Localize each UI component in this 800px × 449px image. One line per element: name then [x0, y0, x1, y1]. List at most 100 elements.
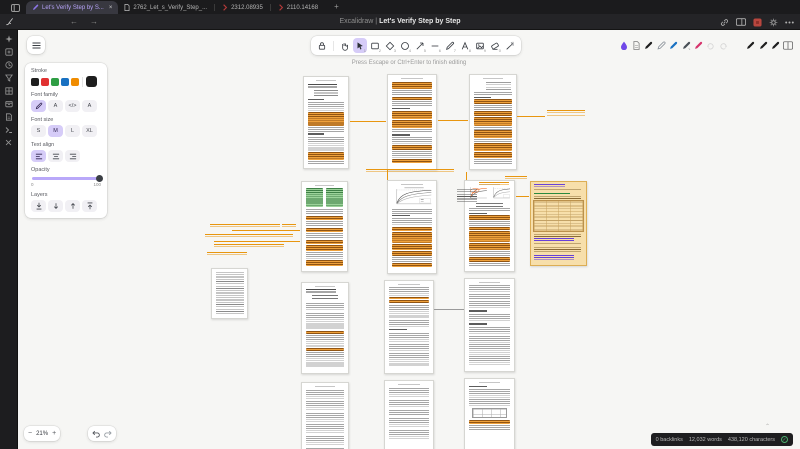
tool-rectangle[interactable]: 2 [368, 38, 382, 53]
tool-hand[interactable] [338, 38, 352, 53]
stroke-swatch-red[interactable] [41, 78, 49, 86]
align-center-button[interactable] [48, 150, 63, 162]
pen-black-icon[interactable] [745, 41, 757, 50]
close-panel-icon[interactable] [5, 139, 12, 146]
pen-dark-icon[interactable] [680, 41, 692, 50]
bring-to-front-button[interactable] [82, 200, 97, 212]
font-code-button[interactable]: </> [65, 100, 80, 112]
chevron-up-icon[interactable]: ⌃ [765, 423, 770, 430]
canvas-annotation-text[interactable] [214, 244, 284, 249]
history-icon[interactable] [5, 61, 13, 69]
tool-line[interactable]: 6 [428, 38, 442, 53]
font-size-l[interactable]: L [65, 125, 80, 137]
new-tab-button[interactable]: + [334, 2, 339, 12]
stroke-swatch-blue[interactable] [61, 78, 69, 86]
pen-blue-icon[interactable] [668, 41, 680, 50]
main-menu-button[interactable] [27, 36, 45, 54]
send-to-back-button[interactable] [31, 200, 46, 212]
canvas-page[interactable] [464, 378, 515, 449]
tab-close-icon[interactable]: × [109, 5, 113, 11]
library-panel-icon[interactable] [782, 41, 794, 50]
canvas-page[interactable] [469, 74, 517, 170]
archive-icon[interactable] [5, 100, 13, 108]
tool-laser[interactable] [503, 38, 517, 53]
tab-lets-verify[interactable]: Let's Verify Step by S... × [26, 1, 118, 14]
extension-icon[interactable] [753, 18, 762, 27]
settings-gear-icon[interactable] [769, 18, 778, 27]
bring-forward-button[interactable] [65, 200, 80, 212]
new-page-icon[interactable] [5, 48, 13, 56]
canvas-annotation-text[interactable] [547, 110, 585, 117]
highlighter-drop-icon[interactable] [618, 41, 630, 50]
canvas-annotation-text[interactable] [479, 182, 509, 187]
tool-selection[interactable]: 1 [353, 38, 367, 53]
pen-faded-icon[interactable] [705, 41, 717, 50]
canvas-annotation-text[interactable] [207, 252, 247, 257]
document-icon[interactable] [5, 113, 13, 121]
tool-text[interactable]: 8 [458, 38, 472, 53]
canvas-annotation-text[interactable] [282, 224, 296, 229]
font-size-s[interactable]: S [31, 125, 46, 137]
canvas-annotation-text[interactable] [205, 234, 293, 239]
align-left-button[interactable] [31, 150, 46, 162]
pen-black-icon[interactable] [757, 41, 769, 50]
pen-faded-icon[interactable] [717, 41, 729, 50]
undo-button[interactable] [91, 429, 100, 438]
tab-pdf-download[interactable]: 2762_Let_s_Verify_Step_... [118, 1, 213, 14]
tool-draw[interactable]: 7 [443, 38, 457, 53]
tool-lock[interactable] [315, 38, 329, 53]
tool-diamond[interactable]: 3 [383, 38, 397, 53]
canvas-page[interactable] [464, 278, 515, 372]
font-normal-button[interactable]: A [48, 100, 63, 112]
canvas-page[interactable] [387, 180, 437, 274]
stroke-swatch-orange[interactable] [71, 78, 79, 86]
canvas-page[interactable] [301, 282, 349, 374]
terminal-icon[interactable] [5, 126, 13, 134]
canvas-annotation-text[interactable] [457, 189, 477, 203]
spark-icon[interactable] [5, 35, 13, 43]
tool-eraser[interactable]: 0 [488, 38, 502, 53]
stroke-swatch-black[interactable] [31, 78, 39, 86]
back-button[interactable]: ← [70, 17, 78, 26]
tool-ellipse[interactable]: 4 [398, 38, 412, 53]
pen-red-icon[interactable] [692, 41, 704, 50]
canvas-page[interactable] [301, 181, 348, 272]
canvas-page[interactable] [387, 74, 437, 170]
canvas-annotation-text[interactable] [210, 224, 280, 229]
opacity-slider[interactable] [32, 177, 100, 180]
redo-button[interactable] [104, 429, 113, 438]
align-right-button[interactable] [65, 150, 80, 162]
font-other-button[interactable]: A [82, 100, 97, 112]
tab-arxiv-2312[interactable]: 2312.08935 [216, 1, 269, 14]
pencil-gray-icon[interactable] [655, 41, 667, 50]
current-stroke-swatch[interactable] [86, 76, 97, 87]
tab-arxiv-2110[interactable]: 2110.14168 [272, 1, 324, 14]
zoom-in-button[interactable]: + [52, 430, 56, 437]
pen-black-icon[interactable] [769, 41, 781, 50]
zoom-out-button[interactable]: − [28, 430, 32, 437]
font-size-m[interactable]: M [48, 125, 63, 137]
canvas-page[interactable] [211, 268, 248, 319]
font-handdrawn-button[interactable] [31, 100, 46, 112]
share-link-icon[interactable] [720, 18, 729, 27]
excalidraw-canvas[interactable] [0, 0, 800, 449]
note-doc-icon[interactable] [630, 41, 642, 50]
canvas-page[interactable] [384, 280, 434, 374]
filter-icon[interactable] [5, 74, 13, 82]
canvas-page[interactable] [384, 380, 434, 449]
opacity-knob[interactable] [96, 175, 103, 182]
tool-arrow[interactable]: 5 [413, 38, 427, 53]
font-size-xl[interactable]: XL [82, 125, 97, 137]
canvas-annotation-text[interactable] [505, 176, 527, 181]
canvas-note-page[interactable] [530, 181, 587, 266]
more-menu-icon[interactable] [785, 21, 794, 24]
grid-icon[interactable] [5, 87, 13, 95]
tool-image[interactable]: 9 [473, 38, 487, 53]
canvas-annotation-text[interactable] [366, 169, 454, 174]
tab-overview-icon[interactable] [8, 2, 22, 13]
canvas-page[interactable] [301, 382, 349, 449]
zoom-value[interactable]: 21% [36, 431, 48, 437]
pen-black-icon[interactable] [643, 41, 655, 50]
stroke-swatch-green[interactable] [51, 78, 59, 86]
canvas-page[interactable] [303, 76, 349, 169]
